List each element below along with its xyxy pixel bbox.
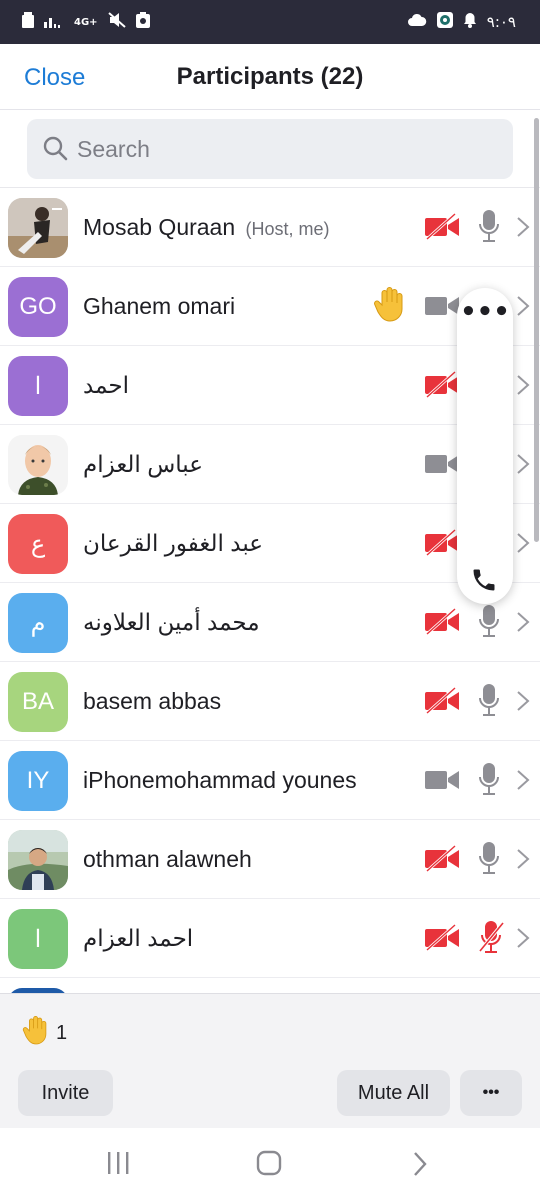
phone-icon[interactable]	[470, 566, 498, 598]
page-title: Participants (22)	[176, 63, 364, 90]
raised-hands-summary: 1	[22, 1014, 67, 1052]
chevron-right-icon[interactable]	[516, 532, 530, 558]
header: Close Participants (22)	[0, 44, 540, 110]
video-off-icon	[424, 607, 460, 640]
search-icon	[42, 135, 68, 165]
clock: ٩:٠٩	[486, 13, 516, 31]
video-off-icon	[424, 923, 460, 956]
participant-name: Mosab Quraan (Host, me)	[83, 214, 330, 240]
chevron-right-icon[interactable]	[516, 690, 530, 716]
avatar: م	[8, 593, 68, 653]
floating-control-bar: •••	[457, 288, 513, 604]
mic-icon	[478, 603, 500, 645]
host-tag: (Host, me)	[245, 219, 330, 239]
participant-row[interactable]: IY iPhonemohammad younes	[0, 741, 540, 820]
participant-name: basem abbas	[83, 688, 222, 714]
avatar	[8, 435, 68, 495]
video-off-icon	[424, 370, 460, 403]
avatar	[8, 830, 68, 890]
mic-icon	[478, 208, 500, 250]
invite-button[interactable]: Invite	[18, 1070, 113, 1116]
home-icon[interactable]	[256, 1150, 282, 1180]
notification-icon	[135, 12, 150, 32]
recent-apps-icon[interactable]	[106, 1152, 130, 1178]
avatar: ا	[8, 356, 68, 416]
avatar: IY	[8, 751, 68, 811]
participant-name: Ghanem omari	[83, 293, 236, 319]
raised-hand-icon	[373, 285, 407, 331]
network-type: 4G+	[74, 16, 98, 28]
search-input[interactable]	[77, 119, 497, 179]
mute-all-button[interactable]: Mute All	[337, 1070, 450, 1116]
avatar: ا	[8, 909, 68, 969]
mic-icon	[478, 682, 500, 724]
video-icon	[424, 766, 460, 798]
participant-name: othman alawneh	[83, 846, 252, 872]
video-icon	[424, 292, 460, 324]
bottom-action-bar: 1 Invite Mute All •••	[0, 993, 540, 1128]
chevron-right-icon[interactable]	[516, 374, 530, 400]
mic-muted-icon	[478, 919, 505, 961]
video-off-icon	[424, 686, 460, 719]
video-off-icon	[424, 844, 460, 877]
video-off-icon	[424, 528, 460, 561]
participant-name: احمد	[83, 372, 129, 398]
mic-icon	[478, 840, 500, 882]
participant-name: احمد العزام	[83, 925, 194, 951]
status-right: ٩:٠٩	[407, 12, 516, 32]
participant-row[interactable]: othman alawneh	[0, 820, 540, 899]
chevron-right-icon[interactable]	[516, 295, 530, 321]
battery-saver-icon	[22, 12, 34, 32]
app-icon	[436, 12, 453, 32]
signal-icon	[44, 12, 64, 32]
more-button[interactable]: •••	[460, 1070, 522, 1116]
participant-row[interactable]: BA basem abbas	[0, 662, 540, 741]
raised-hand-icon	[22, 1014, 50, 1052]
more-options-button[interactable]: •••	[457, 299, 513, 332]
participant-name: عباس العزام	[83, 451, 203, 477]
chevron-right-icon[interactable]	[516, 453, 530, 479]
mute-icon	[107, 12, 126, 32]
avatar: BA	[8, 672, 68, 732]
chevron-right-icon[interactable]	[516, 927, 530, 953]
status-bar: 4G+ ٩:٠٩	[0, 0, 540, 44]
bell-icon	[463, 12, 477, 32]
scrollbar[interactable]	[534, 118, 539, 542]
chevron-right-icon[interactable]	[516, 611, 530, 637]
search-bar[interactable]	[27, 119, 513, 179]
participant-row[interactable]: م محمد أمين العلاونه	[0, 583, 540, 662]
video-off-icon	[424, 212, 460, 245]
participant-name: محمد أمين العلاونه	[83, 609, 260, 635]
mic-icon	[478, 761, 500, 803]
raised-hands-count: 1	[56, 1021, 68, 1044]
participant-row[interactable]: ا احمد العزام	[0, 899, 540, 978]
participant-name: عبد الغفور القرعان	[83, 530, 263, 556]
participant-row[interactable]: Mosab Quraan (Host, me)	[0, 188, 540, 267]
participant-name: iPhonemohammad younes	[83, 767, 357, 793]
avatar: GO	[8, 277, 68, 337]
avatar	[8, 198, 68, 258]
chevron-right-icon[interactable]	[516, 769, 530, 795]
status-left: 4G+	[22, 12, 150, 32]
cloud-icon	[407, 13, 427, 31]
avatar: ع	[8, 514, 68, 574]
video-icon	[424, 450, 460, 482]
chevron-right-icon[interactable]	[516, 848, 530, 874]
participant-row[interactable]	[0, 978, 540, 993]
back-icon[interactable]	[412, 1151, 428, 1181]
system-nav-bar	[0, 1128, 540, 1200]
chevron-right-icon[interactable]	[516, 216, 530, 242]
